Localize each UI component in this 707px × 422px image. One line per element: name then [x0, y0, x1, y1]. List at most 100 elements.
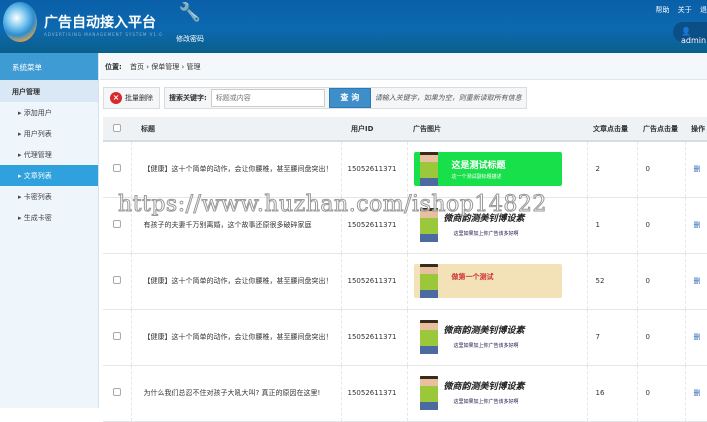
table-row: 【健康】这十个简单的动作，会让你腰椎，甚至腰间盘突出！ 15052611371 …	[103, 309, 707, 366]
select-all-checkbox[interactable]	[113, 123, 121, 132]
user-id: 15052611371	[340, 197, 407, 254]
ad-model-image	[419, 152, 438, 187]
sidebar-item-generate-card[interactable]: ▸ 生成卡密	[0, 207, 98, 228]
ad-subline: 这里如果加上你广告该多好啊	[453, 231, 519, 237]
article-clicks: 1	[586, 197, 637, 254]
ad-clicks: 0	[636, 253, 685, 310]
article-table: 标题 用户ID 广告图片 文章点击量 广告点击量 操作 【健康】这十个简单的动作…	[103, 117, 707, 422]
search-input[interactable]	[210, 89, 325, 107]
search-label: 搜索关键字:	[169, 94, 207, 102]
ad-image: 微商韵测美钊博设素这里如果加上你广告该多好啊	[414, 320, 562, 354]
article-clicks: 2	[586, 141, 637, 198]
article-title[interactable]: 【健康】这十个简单的动作，会让你腰椎，甚至腰间盘突出！	[130, 141, 341, 198]
delete-icon: ×	[110, 92, 122, 104]
header: 广告自动接入平台 ADVERTISING MANAGEMENT SYSTEM V…	[0, 0, 707, 53]
article-title[interactable]: 为什么我们总忍不住对孩子大吼大叫? 真正的原因在这里!	[130, 365, 341, 422]
ad-clicks: 0	[636, 365, 685, 422]
breadcrumb-current: 管理	[186, 63, 201, 71]
ad-subline: 这一个测试副标题描述	[451, 174, 502, 181]
delete-link[interactable]: 删	[684, 141, 707, 198]
ad-image: 做第一个测试	[413, 264, 562, 298]
exit-link[interactable]: 退	[700, 6, 707, 14]
user-id: 15052611371	[340, 365, 407, 422]
ad-model-image	[419, 320, 438, 354]
delete-link[interactable]: 删	[684, 253, 707, 310]
sidebar-item-label: 文章列表	[23, 172, 52, 180]
ad-clicks: 0	[636, 197, 685, 254]
ad-image: 微商韵测美钊博设素这里如果加上你广告该多好啊	[414, 208, 562, 242]
article-title[interactable]: 【健康】这十个简单的动作，会让你腰椎，甚至腰间盘突出！	[130, 253, 341, 310]
logo-icon	[3, 2, 37, 42]
ad-clicks: 0	[636, 309, 685, 366]
ad-headline: 这是测试标题	[451, 161, 506, 172]
table-row: 为什么我们总忍不住对孩子大吼大叫? 真正的原因在这里! 15052611371 …	[103, 365, 707, 422]
sidebar-item-agent-management[interactable]: ▸ 代理管理	[0, 144, 98, 165]
ad-model-image	[419, 376, 438, 410]
user-menu[interactable]: 👤 admin	[673, 22, 707, 45]
about-link[interactable]: 关于	[678, 6, 692, 14]
sidebar-group-user-management[interactable]: 用户管理	[0, 80, 98, 102]
article-title[interactable]: 有孩子的夫妻千万别离婚，这个故事还原很多破碎家庭	[130, 197, 341, 254]
col-actions: 操作	[685, 117, 707, 142]
ad-image: 微商韵测美钊博设素这里如果加上你广告该多好啊	[414, 376, 562, 410]
app-subtitle: ADVERTISING MANAGEMENT SYSTEM V1.0	[44, 32, 163, 37]
table-row: 【健康】这十个简单的动作，会让你腰椎，甚至腰间盘突出！ 15052611371 …	[103, 253, 707, 310]
article-title[interactable]: 【健康】这十个简单的动作，会让你腰椎，甚至腰间盘突出！	[130, 309, 341, 366]
sidebar-item-label: 用户列表	[23, 130, 52, 138]
ad-model-image	[419, 264, 438, 298]
article-clicks: 52	[586, 253, 637, 310]
change-password-label: 修改密码	[176, 35, 204, 43]
ad-headline: 微商韵测美钊博设素	[443, 326, 525, 336]
ad-headline: 微商韵测美钊博设素	[443, 382, 525, 392]
breadcrumb-home[interactable]: 首页	[130, 63, 144, 71]
ad-headline: 做第一个测试	[451, 273, 494, 281]
sidebar-item-label: 添加用户	[23, 109, 52, 117]
user-icon: 👤	[681, 27, 691, 36]
ad-image: 这是测试标题这一个测试副标题描述	[413, 152, 562, 187]
query-button[interactable]: 查 询	[328, 88, 371, 108]
row-checkbox[interactable]	[112, 276, 121, 284]
change-password-button[interactable]: 🔧 修改密码	[172, 2, 208, 44]
sidebar-item-label: 卡密列表	[23, 193, 52, 201]
table-row: 有孩子的夫妻千万别离婚，这个故事还原很多破碎家庭 15052611371 微商韵…	[103, 197, 707, 254]
delete-link[interactable]: 删	[684, 197, 707, 254]
tools-icon: 🔧	[178, 2, 202, 23]
col-ad-clicks: 广告点击量	[637, 117, 685, 142]
ad-subline: 这里如果加上你广告该多好啊	[453, 399, 519, 405]
article-clicks: 7	[586, 309, 637, 366]
col-ad-image: 广告图片	[407, 117, 587, 142]
col-user-id: 用户ID	[341, 117, 407, 142]
user-id: 15052611371	[340, 141, 407, 198]
sidebar-item-article-list[interactable]: ▸ 文章列表	[0, 165, 98, 186]
delete-link[interactable]: 删	[684, 309, 707, 366]
sidebar-title: 系统菜单	[0, 53, 98, 80]
sidebar-item-card-list[interactable]: ▸ 卡密列表	[0, 186, 98, 207]
sidebar-item-label: 代理管理	[23, 151, 52, 159]
username: admin	[681, 36, 707, 45]
ad-model-image	[419, 208, 438, 242]
breadcrumb: 位置: 首页 › 保单管理 › 管理	[100, 53, 707, 80]
app-title: 广告自动接入平台	[44, 15, 156, 31]
ad-subline: 这里如果加上你广告该多好啊	[453, 343, 519, 349]
batch-delete-button[interactable]: × 批量删除	[103, 87, 160, 109]
ad-headline: 微商韵测美钊博设素	[443, 214, 525, 224]
col-article-clicks: 文章点击量	[587, 117, 637, 142]
breadcrumb-section[interactable]: 保单管理	[151, 63, 179, 71]
delete-link[interactable]: 删	[684, 365, 707, 422]
breadcrumb-label: 位置:	[105, 63, 122, 71]
batch-delete-label: 批量删除	[125, 94, 153, 102]
row-checkbox[interactable]	[112, 220, 121, 228]
col-title: 标题	[131, 117, 341, 142]
row-checkbox[interactable]	[112, 164, 121, 173]
search-bar: 搜索关键字: 查 询 请输入关键字，如果为空，则重新读取所有信息	[164, 87, 527, 109]
help-link[interactable]: 帮助	[656, 6, 670, 14]
row-checkbox[interactable]	[112, 332, 121, 340]
article-clicks: 16	[586, 365, 637, 422]
sidebar-item-add-user[interactable]: ▸ 添加用户	[0, 102, 98, 123]
sidebar-item-user-list[interactable]: ▸ 用户列表	[0, 123, 98, 144]
main-content: 位置: 首页 › 保单管理 › 管理 ×批量删除 搜索关键字: 查 询 请输入关…	[100, 53, 707, 422]
search-hint: 请输入关键字，如果为空，则重新读取所有信息	[374, 94, 522, 102]
user-id: 15052611371	[340, 309, 407, 366]
row-checkbox[interactable]	[112, 388, 121, 396]
ad-clicks: 0	[636, 141, 685, 198]
